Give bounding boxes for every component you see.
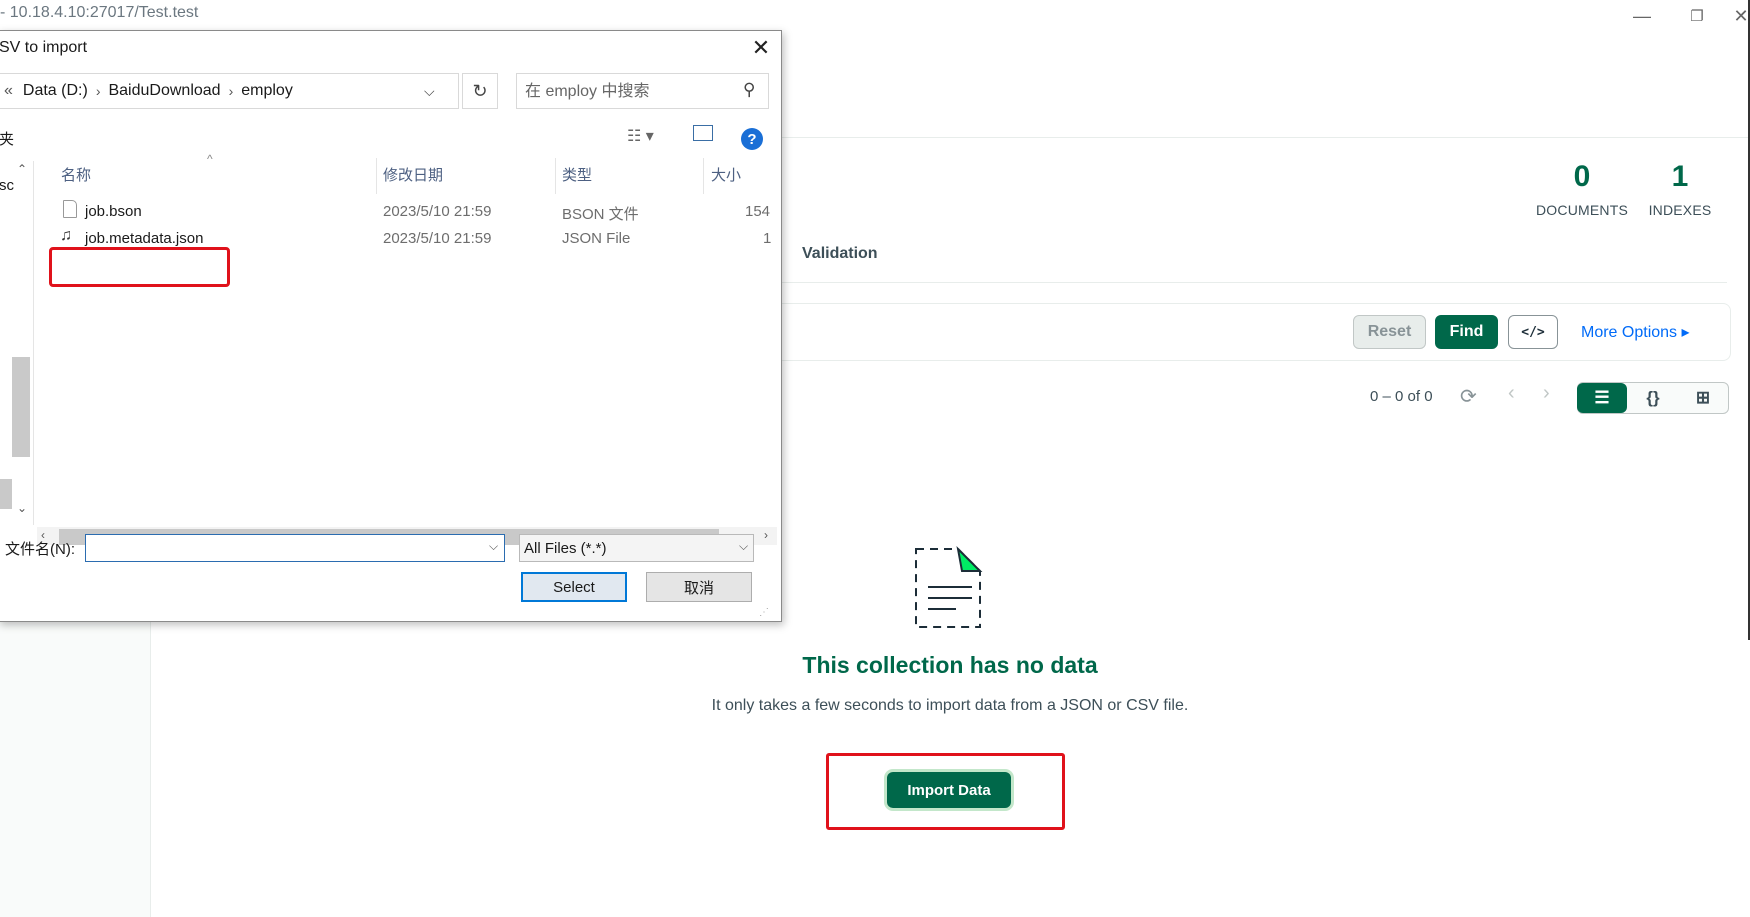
navigation-pane[interactable] [0, 161, 34, 525]
nav-scrollbar[interactable] [12, 357, 30, 457]
search-icon: ⚲ [743, 80, 756, 99]
find-button[interactable]: Find [1435, 315, 1498, 349]
dialog-close-icon[interactable]: ✕ [747, 35, 775, 61]
empty-state-title: This collection has no data [802, 652, 1098, 678]
nav-item[interactable]: sc [0, 177, 14, 194]
help-icon[interactable]: ? [741, 128, 763, 150]
file-modified: 2023/5/10 21:59 [383, 230, 492, 247]
sidebar [0, 620, 151, 917]
file-type: JSON File [562, 230, 631, 247]
file-size: 154 [745, 203, 771, 220]
cancel-button[interactable]: 取消 [646, 572, 752, 602]
file-name: job.bson [85, 203, 142, 220]
breadcrumb-folder[interactable]: BaiduDownload [108, 82, 220, 100]
new-folder-button[interactable]: 夹 [0, 128, 14, 149]
dialog-title: SV to import [0, 39, 88, 56]
nav-scrollbar-lower[interactable] [0, 479, 12, 509]
reset-button[interactable]: Reset [1353, 315, 1426, 349]
file-name: job.metadata.json [85, 230, 204, 247]
tab-validation[interactable]: Validation [802, 245, 878, 263]
breadcrumb-current[interactable]: employ [241, 82, 293, 100]
filename-dropdown-icon[interactable]: ⌵ [489, 539, 498, 554]
column-divider [376, 158, 377, 194]
restore-icon[interactable]: ❐ [1677, 2, 1717, 30]
sort-ascending-icon: ^ [207, 152, 213, 166]
file-modified: 2023/5/10 21:59 [383, 203, 492, 220]
filter-dropdown-icon[interactable]: ⌵ [739, 539, 748, 554]
indexes-count: 1 [1671, 160, 1689, 193]
column-size[interactable]: 大小 [711, 164, 741, 185]
prev-page-icon[interactable]: ‹ [1508, 382, 1515, 405]
nav-scroll-down-icon[interactable]: ⌄ [17, 501, 27, 515]
file-type: BSON 文件 [562, 206, 639, 223]
file-type-filter[interactable]: All Files (*.*) [519, 534, 754, 562]
minimize-icon[interactable]: — [1622, 2, 1662, 30]
indexes-label: INDEXES [1648, 202, 1712, 218]
column-divider [703, 158, 704, 194]
next-page-icon[interactable]: › [1543, 382, 1550, 405]
dialog-refresh-icon[interactable]: ↻ [462, 73, 498, 109]
documents-count: 0 [1573, 160, 1591, 193]
refresh-icon[interactable]: ⟳ [1460, 384, 1477, 409]
empty-state-description: It only takes a few seconds to import da… [711, 697, 1189, 714]
json-file-icon: ♫ [60, 227, 72, 244]
json-view-icon[interactable]: {} [1628, 383, 1678, 413]
column-name[interactable]: 名称 [61, 164, 91, 185]
address-dropdown-icon[interactable]: ⌵ [424, 83, 435, 100]
table-view-icon[interactable]: ⊞ [1678, 383, 1728, 413]
documents-label: DOCUMENTS [1535, 202, 1629, 218]
file-size: 1 [763, 230, 772, 247]
file-highlight-box [49, 247, 230, 287]
search-input[interactable] [523, 82, 727, 102]
code-view-button[interactable]: </> [1508, 315, 1558, 349]
list-view-icon[interactable]: ☰ [1577, 383, 1627, 413]
import-highlight-box [826, 753, 1065, 830]
column-modified[interactable]: 修改日期 [383, 164, 443, 185]
file-icon [63, 200, 77, 218]
nav-scroll-up-icon[interactable]: ⌃ [17, 162, 27, 176]
view-toggle: ☰ {} ⊞ [1577, 382, 1729, 414]
address-bar[interactable]: « Data (D:) › BaiduDownload › employ [0, 73, 459, 109]
resize-grip-icon[interactable]: ⋰ [759, 607, 769, 618]
scroll-right-icon[interactable]: › [764, 528, 768, 542]
more-options-link[interactable]: More Options ▸ [1581, 322, 1690, 342]
chevron-right-icon: › [228, 83, 234, 99]
filename-label: 文件名(N): [5, 541, 75, 558]
chevron-right-icon: › [95, 83, 101, 99]
breadcrumb-drive[interactable]: Data (D:) [23, 82, 88, 100]
file-open-dialog: SV to import ✕ « Data (D:) › BaiduDownlo… [0, 30, 782, 622]
empty-document-icon [915, 546, 983, 628]
filename-input[interactable] [85, 534, 505, 562]
file-row[interactable]: job.bson 2023/5/10 21:59 BSON 文件 154 [55, 200, 780, 224]
window-title: - 10.18.4.10:27017/Test.test [0, 4, 199, 21]
column-divider [555, 158, 556, 194]
select-button[interactable]: Select [521, 572, 627, 602]
folder-search[interactable]: ⚲ [516, 73, 769, 109]
view-options-icon[interactable]: ☷ ▾ [627, 126, 654, 146]
back-chevron-icon[interactable]: « [4, 82, 13, 100]
column-type[interactable]: 类型 [562, 164, 592, 185]
preview-pane-icon[interactable] [693, 125, 713, 141]
tabs-divider [782, 282, 1727, 283]
pagination-text: 0 – 0 of 0 [1370, 388, 1433, 405]
